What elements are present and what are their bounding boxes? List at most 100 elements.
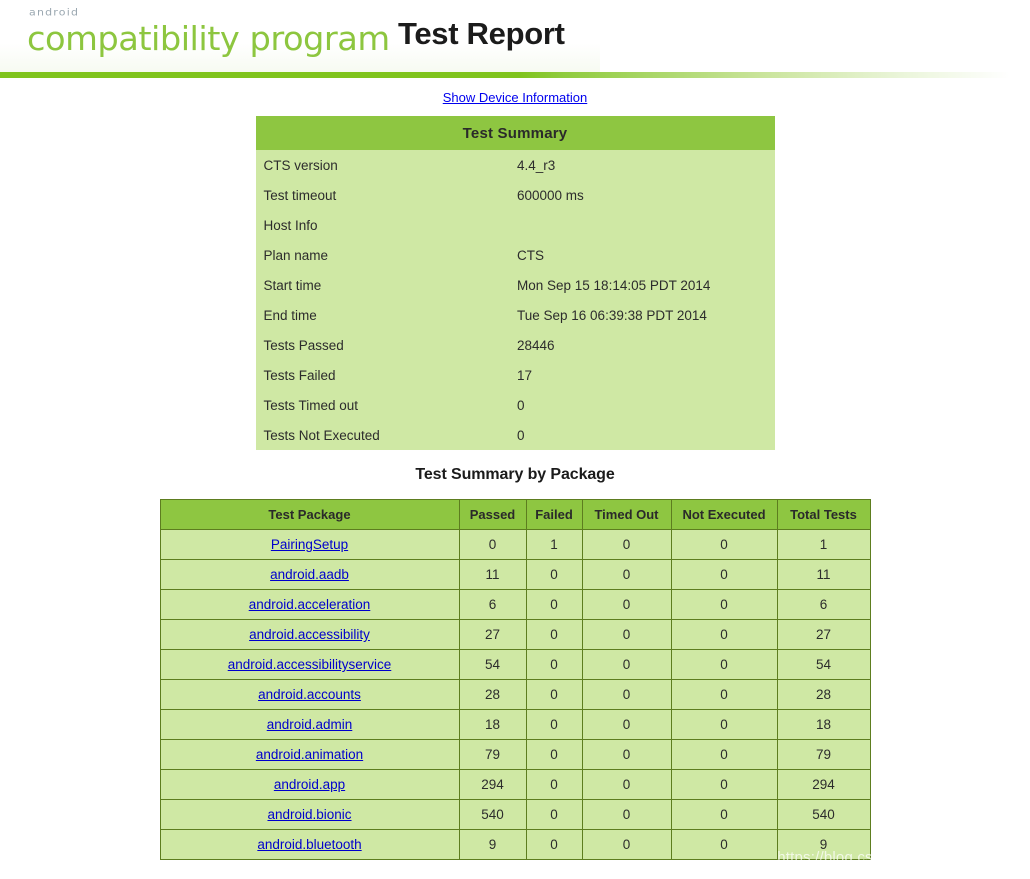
package-passed-cell: 18 — [459, 710, 526, 740]
column-header-failed[interactable]: Failed — [526, 500, 582, 530]
summary-label: Test timeout — [256, 180, 516, 210]
package-link[interactable]: android.admin — [267, 717, 353, 732]
test-summary-table: Test Summary CTS version 4.4_r3 Test tim… — [256, 116, 775, 450]
test-summary-section: Test Summary CTS version 4.4_r3 Test tim… — [0, 116, 1030, 450]
show-device-information-link[interactable]: Show Device Information — [443, 90, 588, 105]
package-passed-cell: 54 — [459, 650, 526, 680]
logo-compatibility-program: compatibility program — [27, 22, 390, 55]
summary-label: End time — [256, 300, 516, 330]
table-row: android.acceleration60006 — [160, 590, 870, 620]
summary-value: 600000 ms — [515, 180, 775, 210]
package-total-cell: 79 — [777, 740, 870, 770]
package-timed-out-cell: 0 — [582, 830, 671, 860]
package-link[interactable]: android.bluetooth — [257, 837, 361, 852]
summary-label: Host Info — [256, 210, 516, 240]
package-total-cell: 54 — [777, 650, 870, 680]
package-passed-cell: 0 — [459, 530, 526, 560]
package-timed-out-cell: 0 — [582, 620, 671, 650]
summary-value — [515, 210, 775, 240]
package-link[interactable]: android.accessibilityservice — [228, 657, 392, 672]
package-name-cell: android.accessibility — [160, 620, 459, 650]
summary-value: Tue Sep 16 06:39:38 PDT 2014 — [515, 300, 775, 330]
package-passed-cell: 27 — [459, 620, 526, 650]
package-summary-section: Test Package Passed Failed Timed Out Not… — [0, 499, 1030, 860]
package-passed-cell: 294 — [459, 770, 526, 800]
logo-android-wordmark: android — [29, 8, 383, 17]
package-not-executed-cell: 0 — [671, 740, 777, 770]
package-link[interactable]: android.accounts — [258, 687, 361, 702]
package-timed-out-cell: 0 — [582, 800, 671, 830]
package-table-head: Test Package Passed Failed Timed Out Not… — [160, 500, 870, 530]
package-failed-cell: 0 — [526, 800, 582, 830]
package-link[interactable]: android.app — [274, 777, 345, 792]
package-not-executed-cell: 0 — [671, 560, 777, 590]
package-not-executed-cell: 0 — [671, 710, 777, 740]
package-not-executed-cell: 0 — [671, 830, 777, 860]
column-header-timed-out[interactable]: Timed Out — [582, 500, 671, 530]
summary-label: CTS version — [256, 150, 516, 180]
test-summary-heading: Test Summary — [256, 116, 775, 150]
package-not-executed-cell: 0 — [671, 530, 777, 560]
package-total-cell: 9 — [777, 830, 870, 860]
package-not-executed-cell: 0 — [671, 800, 777, 830]
table-row: android.bionic540000540 — [160, 800, 870, 830]
summary-label: Plan name — [256, 240, 516, 270]
summary-row: Tests Timed out 0 — [256, 390, 775, 420]
package-failed-cell: 0 — [526, 620, 582, 650]
summary-label: Start time — [256, 270, 516, 300]
table-row: android.accessibilityservice5400054 — [160, 650, 870, 680]
package-timed-out-cell: 0 — [582, 560, 671, 590]
package-timed-out-cell: 0 — [582, 590, 671, 620]
table-row: android.accessibility2700027 — [160, 620, 870, 650]
package-passed-cell: 11 — [459, 560, 526, 590]
package-timed-out-cell: 0 — [582, 740, 671, 770]
package-link[interactable]: android.animation — [256, 747, 363, 762]
package-name-cell: android.app — [160, 770, 459, 800]
package-link[interactable]: android.aadb — [270, 567, 349, 582]
package-name-cell: android.acceleration — [160, 590, 459, 620]
column-header-passed[interactable]: Passed — [459, 500, 526, 530]
package-total-cell: 294 — [777, 770, 870, 800]
package-failed-cell: 0 — [526, 590, 582, 620]
package-link[interactable]: android.acceleration — [249, 597, 371, 612]
package-not-executed-cell: 0 — [671, 770, 777, 800]
package-link[interactable]: PairingSetup — [271, 537, 348, 552]
summary-label: Tests Failed — [256, 360, 516, 390]
package-timed-out-cell: 0 — [582, 770, 671, 800]
package-passed-cell: 540 — [459, 800, 526, 830]
package-not-executed-cell: 0 — [671, 680, 777, 710]
column-header-total-tests[interactable]: Total Tests — [777, 500, 870, 530]
package-passed-cell: 6 — [459, 590, 526, 620]
package-table-body: PairingSetup01001android.aadb1100011andr… — [160, 530, 870, 860]
summary-row: Tests Not Executed 0 — [256, 420, 775, 450]
table-row: android.admin1800018 — [160, 710, 870, 740]
package-not-executed-cell: 0 — [671, 650, 777, 680]
test-summary-header-row: Test Summary — [256, 116, 775, 150]
package-link[interactable]: android.bionic — [267, 807, 351, 822]
package-not-executed-cell: 0 — [671, 620, 777, 650]
column-header-test-package[interactable]: Test Package — [160, 500, 459, 530]
package-total-cell: 27 — [777, 620, 870, 650]
package-timed-out-cell: 0 — [582, 650, 671, 680]
package-name-cell: android.bionic — [160, 800, 459, 830]
package-timed-out-cell: 0 — [582, 530, 671, 560]
summary-row: Tests Passed 28446 — [256, 330, 775, 360]
summary-value: CTS — [515, 240, 775, 270]
package-passed-cell: 79 — [459, 740, 526, 770]
package-failed-cell: 0 — [526, 710, 582, 740]
package-summary-table: Test Package Passed Failed Timed Out Not… — [160, 499, 871, 860]
summary-row: Start time Mon Sep 15 18:14:05 PDT 2014 — [256, 270, 775, 300]
package-summary-heading: Test Summary by Package — [0, 466, 1030, 484]
summary-row: Tests Failed 17 — [256, 360, 775, 390]
package-name-cell: android.bluetooth — [160, 830, 459, 860]
summary-label: Tests Not Executed — [256, 420, 516, 450]
summary-row: Test timeout 600000 ms — [256, 180, 775, 210]
table-row: android.bluetooth90009 — [160, 830, 870, 860]
column-header-not-executed[interactable]: Not Executed — [671, 500, 777, 530]
package-failed-cell: 0 — [526, 560, 582, 590]
table-row: PairingSetup01001 — [160, 530, 870, 560]
package-link[interactable]: android.accessibility — [249, 627, 370, 642]
header-divider — [0, 72, 1030, 78]
package-name-cell: android.admin — [160, 710, 459, 740]
package-total-cell: 540 — [777, 800, 870, 830]
